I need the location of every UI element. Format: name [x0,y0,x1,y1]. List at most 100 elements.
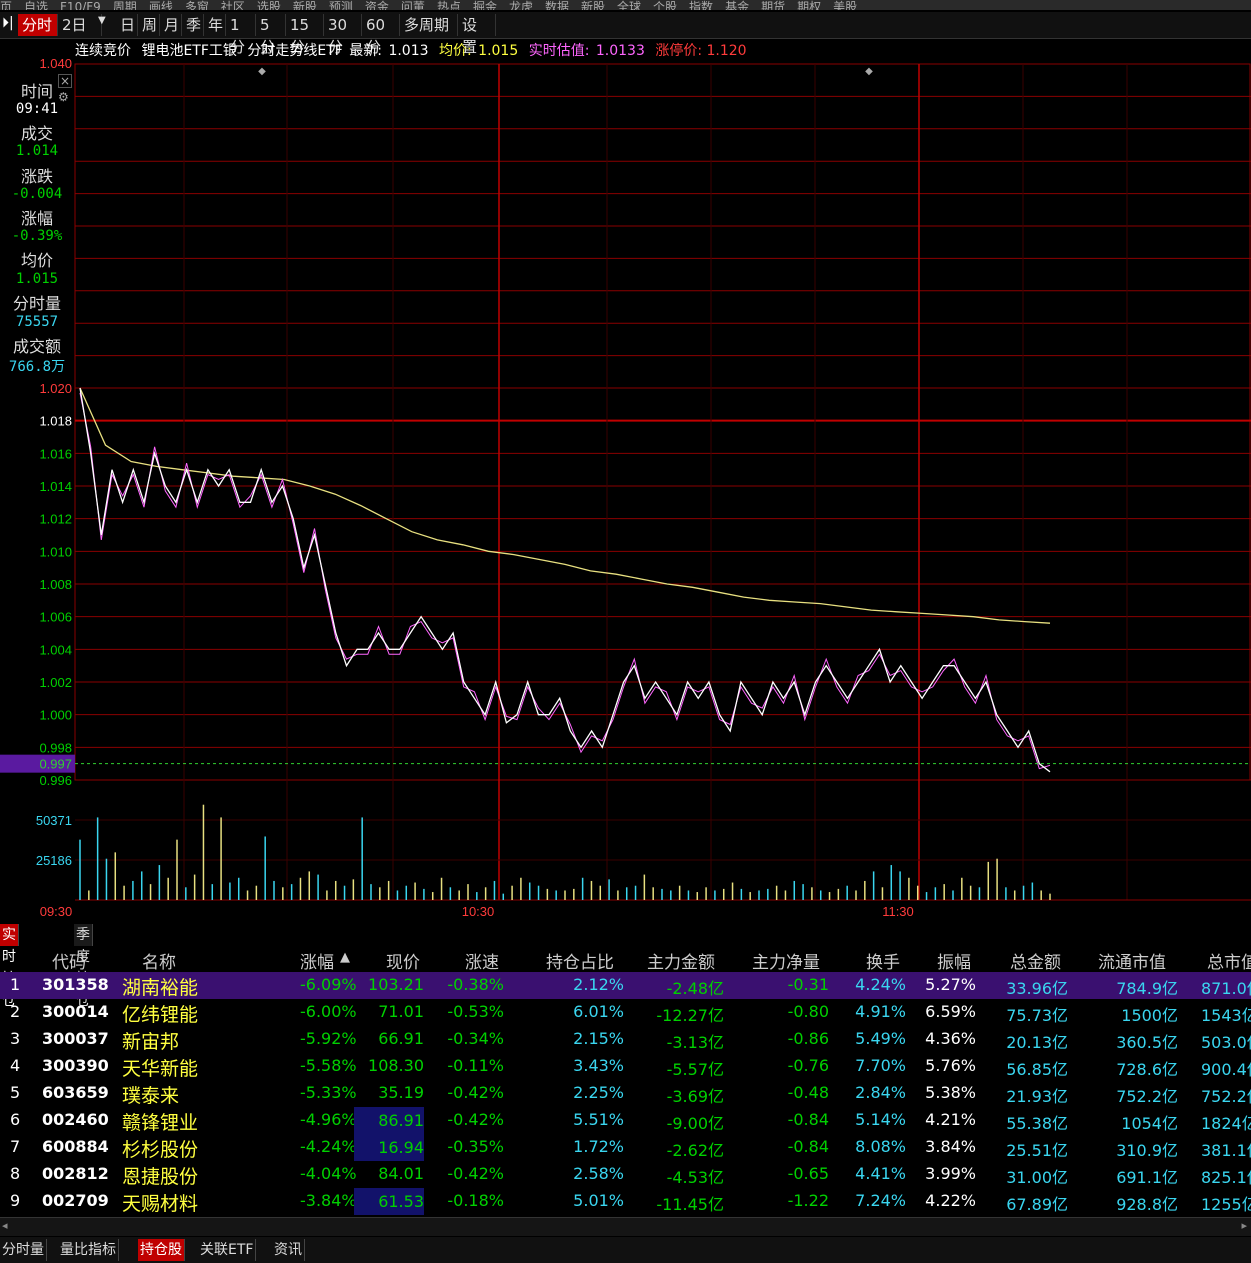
table-row[interactable]: 5 603659 璞泰来 -5.33% 35.19 -0.42% 2.25% -3.69亿 -0… [0,1080,1251,1107]
top-menu-item[interactable]: 美股 [833,1,857,10]
main-net: -0.65 [787,1164,829,1183]
column-header[interactable]: 涨速 [465,948,499,973]
period-tab[interactable]: 1分 [226,14,256,56]
dropdown-arrow-icon[interactable]: ▼ [98,15,106,26]
period-tab[interactable]: 60分 [362,14,400,56]
top-menu-item[interactable]: 多窗 [185,1,209,10]
bottom-tab-bar: 分时量 量比指标 持仓股 关联ETF 资讯 [0,1237,1251,1263]
column-header[interactable]: 总市值 [1207,948,1251,973]
amount-value: 766.8万 [8,359,66,375]
top-menu-item[interactable]: 新股 [581,1,605,10]
collapse-arrow-icon[interactable]: ⏵| [2,15,14,31]
top-menu-item[interactable]: 页 [0,1,12,10]
top-menu-item[interactable]: 热点 [437,1,461,10]
table-row[interactable]: 3 300037 新宙邦 -5.92% 66.91 -0.34% 2.15% -3.13亿 -0… [0,1026,1251,1053]
amplitude: 3.99% [925,1164,976,1183]
period-tab[interactable]: 2日 [58,14,102,36]
period-tab[interactable]: 月 [160,14,182,36]
total-amount: 33.96亿 [1006,979,1068,998]
top-menu-item[interactable]: 问董 [401,1,425,10]
stock-name: 璞泰来 [122,1085,180,1107]
bottom-tab[interactable]: 分时量 [0,1239,47,1261]
bottom-tab[interactable]: 关联ETF [198,1239,257,1261]
table-row[interactable]: 4 300390 天华新能 -5.58% 108.30 -0.11% 3.43% -5.57亿… [0,1053,1251,1080]
top-menu-item[interactable]: 期货 [761,1,785,10]
column-header[interactable]: 现价 [386,948,420,973]
top-menu-item[interactable]: 基金 [725,1,749,10]
event-marker-icon[interactable]: ◆ [865,66,873,77]
top-menu-item[interactable]: 画线 [149,1,173,10]
main-net: -0.84 [787,1137,829,1156]
stock-code: 301358 [42,975,109,994]
column-header[interactable]: 代码 [52,948,86,973]
top-menu-item[interactable]: 资金 [365,1,389,10]
avg-price-value: 1.015 [15,271,59,287]
main-net: -1.22 [787,1191,829,1210]
bottom-tab[interactable]: 资讯 [272,1239,305,1261]
top-menu-item[interactable]: 全球 [617,1,641,10]
minute-volume-value: 75557 [15,314,59,330]
period-tab[interactable]: 5分 [256,14,286,56]
scroll-left-icon[interactable]: ◂ [2,1219,8,1232]
table-row[interactable]: 7 600884 杉杉股份 -4.24% 16.94 -0.35% 1.72% -2.62亿 -… [0,1134,1251,1161]
period-tab[interactable]: 年 [204,14,226,36]
period-tab[interactable]: 分时 [18,14,58,36]
change-pct: -3.84% [300,1191,357,1210]
total-cap: 503.0亿 [1201,1033,1251,1052]
time-label: 时间 [20,82,53,101]
event-marker-icon[interactable]: ◆ [258,66,266,77]
top-menu-item[interactable]: 个股 [653,1,677,10]
change-label: 涨跌 [20,167,53,186]
period-tab[interactable]: 30分 [324,14,362,56]
bottom-tab[interactable]: 持仓股 [138,1239,185,1261]
top-menu-item[interactable]: 选股 [257,1,281,10]
top-menu-item[interactable]: 掘金 [473,1,497,10]
column-header[interactable]: 持仓占比 [546,948,614,973]
top-menu-item[interactable]: 社区 [221,1,245,10]
top-menu-item[interactable]: 龙虎 [509,1,533,10]
speed: -0.42% [447,1110,504,1129]
stock-code: 300014 [42,1002,109,1021]
column-header[interactable]: 主力金额 [647,948,715,973]
column-header[interactable]: 涨幅 [300,948,334,973]
period-tab[interactable]: 日 [116,14,138,36]
column-header[interactable]: 换手 [866,948,900,973]
period-tab[interactable]: 多周期 [400,14,458,36]
holdings-tab[interactable]: 季度持仓 [74,924,93,1009]
crosshair-info-panel: × ⚙ 时间 09:41 成交 1.014 涨跌 -0.004 涨幅 -0.39… [0,74,74,375]
horizontal-scrollbar[interactable]: ◂ ▸ [0,1217,1251,1236]
column-header[interactable]: 总金额 [1010,948,1061,973]
table-row[interactable]: 1 301358 湖南裕能 -6.09% 103.21 -0.38% 2.12% -2.48亿… [0,972,1251,999]
change-pct: -4.24% [300,1137,357,1156]
column-header[interactable]: 流通市值 [1098,948,1166,973]
amplitude: 6.59% [925,1002,976,1021]
bottom-tab[interactable]: 量比指标 [58,1239,119,1261]
speed: -0.42% [447,1083,504,1102]
top-menu-item[interactable]: 新股 [293,1,317,10]
table-row[interactable]: 9 002709 天赐材料 -3.84% 61.53 -0.18% 5.01% -11.45亿… [0,1188,1251,1215]
top-menu-item[interactable]: 数据 [545,1,569,10]
speed: -0.11% [447,1056,504,1075]
table-row[interactable]: 6 002460 赣锋锂业 -4.96% 86.91 -0.42% 5.51% -9.00亿 -… [0,1107,1251,1134]
table-row[interactable]: 8 002812 恩捷股份 -4.04% 84.01 -0.42% 2.58% -4.53亿 -… [0,1161,1251,1188]
top-menu-item[interactable]: 自选 [24,1,48,10]
top-menu-item[interactable]: 周期 [113,1,137,10]
price: 35.19 [378,1083,424,1102]
column-header[interactable]: 主力净量 [752,948,820,973]
total-amount: 75.73亿 [1006,1006,1068,1025]
top-menu-item[interactable]: 指数 [689,1,713,10]
intraday-chart[interactable]: 1.020 1.018 1.016 1.014 1.012 1.010 1.008 1.006… [0,38,1251,922]
period-tab[interactable]: 季 [182,14,204,36]
period-tab[interactable]: 周 [138,14,160,36]
column-header[interactable]: 名称 [142,948,176,973]
period-tab[interactable]: 15分 [286,14,324,56]
column-header[interactable]: 振幅 [937,948,971,973]
top-menu-item[interactable]: 期权 [797,1,821,10]
top-menu-item[interactable]: F10/F9 [60,1,101,10]
total-cap: 871.0亿 [1201,979,1251,998]
scroll-right-icon[interactable]: ▸ [1241,1219,1247,1232]
top-menu-item[interactable]: 预测 [329,1,353,10]
table-row[interactable]: 2 300014 亿纬锂能 -6.00% 71.01 -0.53% 6.01% -12.27亿… [0,999,1251,1026]
holdings-tab[interactable]: 实时持仓 [0,924,19,1009]
period-tab[interactable]: 设置 [458,14,496,56]
